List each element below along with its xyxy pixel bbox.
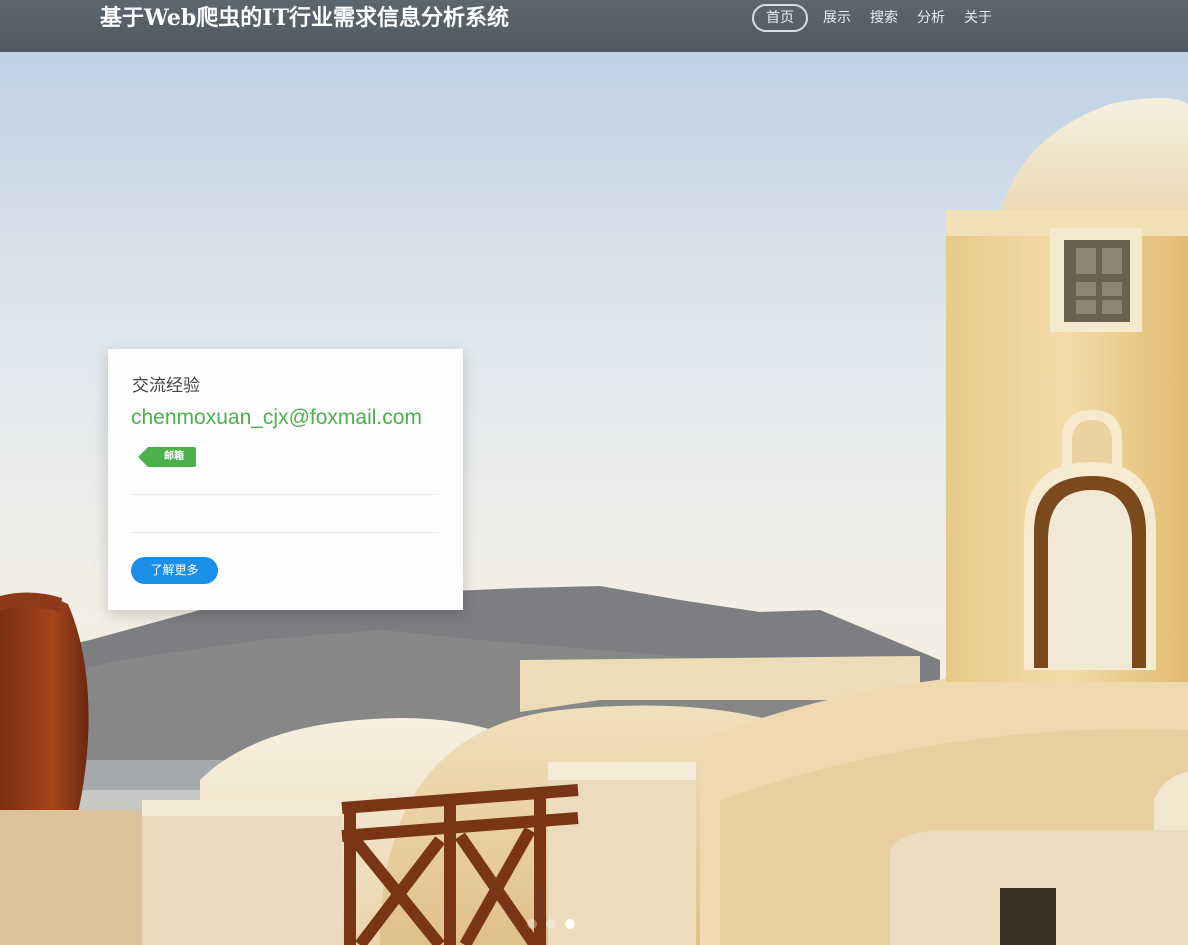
carousel-dot[interactable]	[546, 919, 556, 929]
site-title[interactable]: 基于Web爬虫的IT行业需求信息分析系统	[100, 3, 509, 33]
nav-item-analysis[interactable]: 分析	[911, 4, 951, 32]
contact-card: 交流经验 chenmoxuan_cjx@foxmail.com 邮箱 了解更多	[108, 349, 463, 610]
email-tag: 邮箱	[138, 447, 196, 467]
main-nav: 首页 展示 搜索 分析 关于	[752, 4, 1005, 32]
nav-item-about[interactable]: 关于	[958, 4, 998, 32]
carousel-indicators	[527, 919, 575, 929]
email-tag-label: 邮箱	[148, 447, 196, 467]
nav-item-search[interactable]: 搜索	[864, 4, 904, 32]
card-divider-top	[131, 494, 439, 495]
carousel-dot-active[interactable]	[565, 919, 575, 929]
carousel-dot[interactable]	[527, 919, 537, 929]
tag-arrow-icon	[138, 447, 148, 467]
nav-item-showcase[interactable]: 展示	[817, 4, 857, 32]
card-title: 交流经验	[132, 376, 200, 396]
learn-more-button[interactable]: 了解更多	[131, 557, 218, 584]
page: 基于Web爬虫的IT行业需求信息分析系统 首页 展示 搜索 分析 关于 交流经验…	[0, 0, 1188, 945]
top-navbar: 基于Web爬虫的IT行业需求信息分析系统 首页 展示 搜索 分析 关于	[0, 0, 1188, 52]
card-divider-bottom	[131, 532, 439, 533]
contact-email[interactable]: chenmoxuan_cjx@foxmail.com	[131, 406, 422, 430]
nav-item-home[interactable]: 首页	[752, 4, 808, 32]
